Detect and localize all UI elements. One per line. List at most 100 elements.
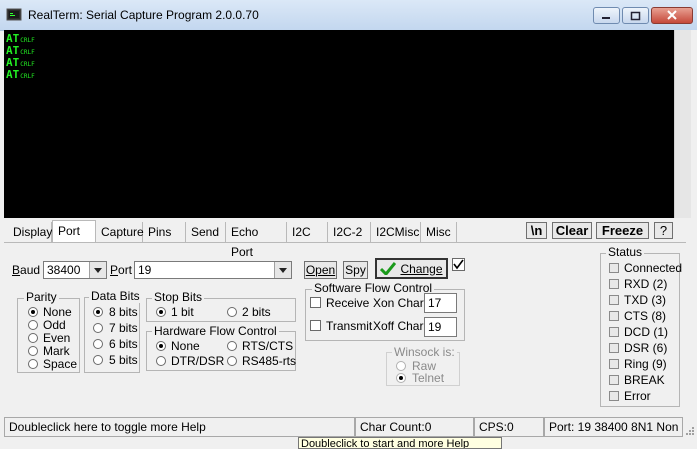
parity-space-label: Space xyxy=(43,357,78,371)
data-bits-7-label: 7 bits xyxy=(109,321,138,335)
data-bits-8-label: 8 bits xyxy=(109,305,138,319)
tab-i2c[interactable]: I2C xyxy=(287,222,328,242)
port-label: Port xyxy=(110,263,133,277)
winsock-title: Winsock is: xyxy=(392,345,457,359)
parity-odd-label: Odd xyxy=(43,318,66,332)
status-cts: CTS (8) xyxy=(624,309,666,323)
status-break: BREAK xyxy=(624,373,665,387)
status-led xyxy=(609,391,619,401)
help-button[interactable]: ? xyxy=(654,222,673,239)
terminal-line: AT CRLF xyxy=(6,56,35,69)
chevron-down-icon[interactable] xyxy=(89,262,106,278)
status-led xyxy=(609,311,619,321)
parity-even-radio[interactable] xyxy=(28,333,38,343)
tab-i2c-2[interactable]: I2C-2 xyxy=(328,222,371,242)
data-bits-8-radio[interactable] xyxy=(93,307,103,317)
data-bits-7-radio[interactable] xyxy=(93,323,103,333)
maximize-icon xyxy=(630,11,641,20)
status-ring: Ring (9) xyxy=(624,357,667,371)
crlf-marker: CRLF xyxy=(20,49,35,56)
spy-button[interactable]: Spy xyxy=(343,261,368,279)
hw-flow-rs485-label: RS485-rts xyxy=(242,354,297,368)
help-tooltip: Doubleclick to start and more Help xyxy=(298,437,502,449)
data-bits-5-radio[interactable] xyxy=(93,355,103,365)
hw-flow-rs485-radio[interactable] xyxy=(227,356,237,366)
transmit-label: Transmit xyxy=(326,319,373,333)
change-button[interactable]: Change xyxy=(375,258,448,279)
port-select[interactable]: 19 xyxy=(134,261,292,279)
xoff-char-input[interactable]: 19 xyxy=(424,317,457,337)
data-bits-5-label: 5 bits xyxy=(109,353,138,367)
status-error: Error xyxy=(624,389,651,403)
maximize-button[interactable] xyxy=(622,7,649,24)
terminal-display[interactable]: AT CRLF AT CRLF AT CRLF AT CRLF xyxy=(4,30,674,218)
status-led xyxy=(609,327,619,337)
winsock-telnet-radio[interactable] xyxy=(396,373,406,383)
winsock-telnet-label: Telnet xyxy=(412,371,445,385)
status-rxd: RXD (2) xyxy=(624,277,668,291)
newline-button[interactable]: \n xyxy=(526,222,547,239)
change-checkbox[interactable] xyxy=(452,258,465,271)
status-led xyxy=(609,263,619,273)
status-led xyxy=(609,375,619,385)
tab-misc[interactable]: Misc xyxy=(421,222,457,242)
open-button[interactable]: Open xyxy=(304,261,337,279)
app-icon xyxy=(6,8,22,21)
chevron-down-icon[interactable] xyxy=(274,262,291,278)
terminal-line: AT CRLF xyxy=(6,44,35,57)
tab-send[interactable]: Send xyxy=(186,222,226,242)
baud-select[interactable]: 38400 xyxy=(43,261,107,279)
status-led xyxy=(609,359,619,369)
tab-i2cmisc[interactable]: I2CMisc xyxy=(371,222,421,242)
close-button[interactable] xyxy=(651,7,693,24)
stop-bits-2-radio[interactable] xyxy=(227,307,237,317)
tab-echo-port[interactable]: Echo Port xyxy=(226,222,287,259)
status-dsr: DSR (6) xyxy=(624,341,668,355)
title-bar[interactable]: RealTerm: Serial Capture Program 2.0.0.7… xyxy=(0,0,697,31)
parity-mark-radio[interactable] xyxy=(28,346,38,356)
software-flow-title: Software Flow Control xyxy=(312,281,435,295)
parity-odd-radio[interactable] xyxy=(28,320,38,330)
hw-flow-none-radio[interactable] xyxy=(156,341,166,351)
help-toggle-panel[interactable]: Doubleclick here to toggle more Help xyxy=(4,417,355,437)
stop-bits-1-radio[interactable] xyxy=(156,307,166,317)
parity-none-label: None xyxy=(43,305,72,319)
terminal-line: AT CRLF xyxy=(6,32,35,45)
xon-char-input[interactable]: 17 xyxy=(424,293,457,313)
xon-label: Xon Char: xyxy=(373,296,428,310)
tab-pins[interactable]: Pins xyxy=(143,222,186,242)
parity-space-radio[interactable] xyxy=(28,359,38,369)
tab-capture[interactable]: Capture xyxy=(96,222,144,242)
data-bits-6-label: 6 bits xyxy=(109,337,138,351)
hw-flow-dtrdsr-label: DTR/DSR xyxy=(171,354,225,368)
hw-flow-rtscts-radio[interactable] xyxy=(227,341,237,351)
winsock-raw-radio[interactable] xyxy=(396,361,406,371)
checkmark-icon xyxy=(453,259,464,270)
crlf-marker: CRLF xyxy=(20,37,35,44)
resize-grip-icon[interactable] xyxy=(683,417,695,437)
window-border xyxy=(691,30,697,218)
minimize-button[interactable] xyxy=(593,7,620,24)
stop-bits-1-label: 1 bit xyxy=(171,305,194,319)
tab-port[interactable]: Port xyxy=(52,220,96,243)
hw-flow-dtrdsr-radio[interactable] xyxy=(156,356,166,366)
terminal-line: AT CRLF xyxy=(6,68,35,81)
parity-even-label: Even xyxy=(43,331,71,345)
receive-label: Receive xyxy=(326,296,370,310)
hw-flow-none-label: None xyxy=(171,339,200,353)
parity-none-radio[interactable] xyxy=(28,307,38,317)
baud-label: Baud xyxy=(12,263,41,277)
data-bits-6-radio[interactable] xyxy=(93,339,103,349)
hardware-flow-title: Hardware Flow Control xyxy=(152,324,279,338)
vertical-scrollbar[interactable] xyxy=(674,30,692,218)
freeze-button[interactable]: Freeze xyxy=(596,222,649,239)
status-led xyxy=(609,343,619,353)
transmit-checkbox[interactable] xyxy=(310,320,321,331)
crlf-marker: CRLF xyxy=(20,61,35,68)
tab-display[interactable]: Display xyxy=(8,222,52,242)
receive-checkbox[interactable] xyxy=(310,297,321,308)
crlf-marker: CRLF xyxy=(20,73,35,80)
cps-panel: CPS:0 xyxy=(474,417,544,437)
status-led xyxy=(609,295,619,305)
clear-button[interactable]: Clear xyxy=(552,222,592,239)
